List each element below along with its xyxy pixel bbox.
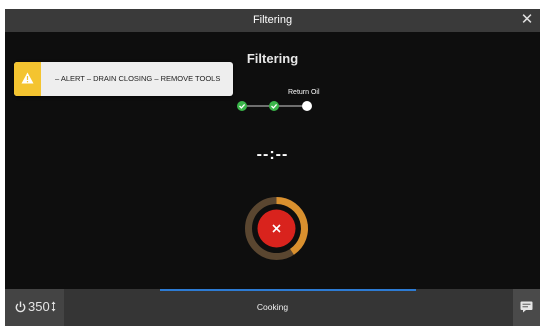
mode-label: Cooking [256,302,289,312]
temperature-readout: 350 [28,299,56,314]
window-title: Filtering [252,14,293,26]
alert-text: – ALERT – DRAIN CLOSING – REMOVE TOOLS [55,74,221,83]
alert-banner[interactable]: – ALERT – DRAIN CLOSING – REMOVE TOOLS [14,62,233,96]
close-button[interactable]: ✕ [518,11,536,29]
cancel-dial[interactable] [243,195,310,262]
close-icon: ✕ [520,11,534,28]
title-bar: Filtering ✕ [5,9,540,32]
step-current [302,101,312,111]
fryer-screen: Filtering ✕ Filtering – ALERT – DRAIN CL… [5,9,540,326]
progress-bar [160,289,416,291]
timer-display: --:-- [256,146,289,163]
warning-icon [21,72,34,84]
temperature-arrows-icon [51,301,56,312]
alert-stripe [14,62,41,96]
current-step-label: Return Oil [288,89,320,96]
step-progress [237,101,312,111]
bottom-bar: 350 Cooking [5,289,540,326]
chat-button[interactable] [513,289,540,326]
power-icon [15,301,26,313]
chat-icon [520,301,533,313]
power-button[interactable]: 350 [5,289,64,326]
step-complete-1 [237,101,247,111]
step-complete-2 [269,101,279,111]
temperature-value: 350 [28,299,50,314]
